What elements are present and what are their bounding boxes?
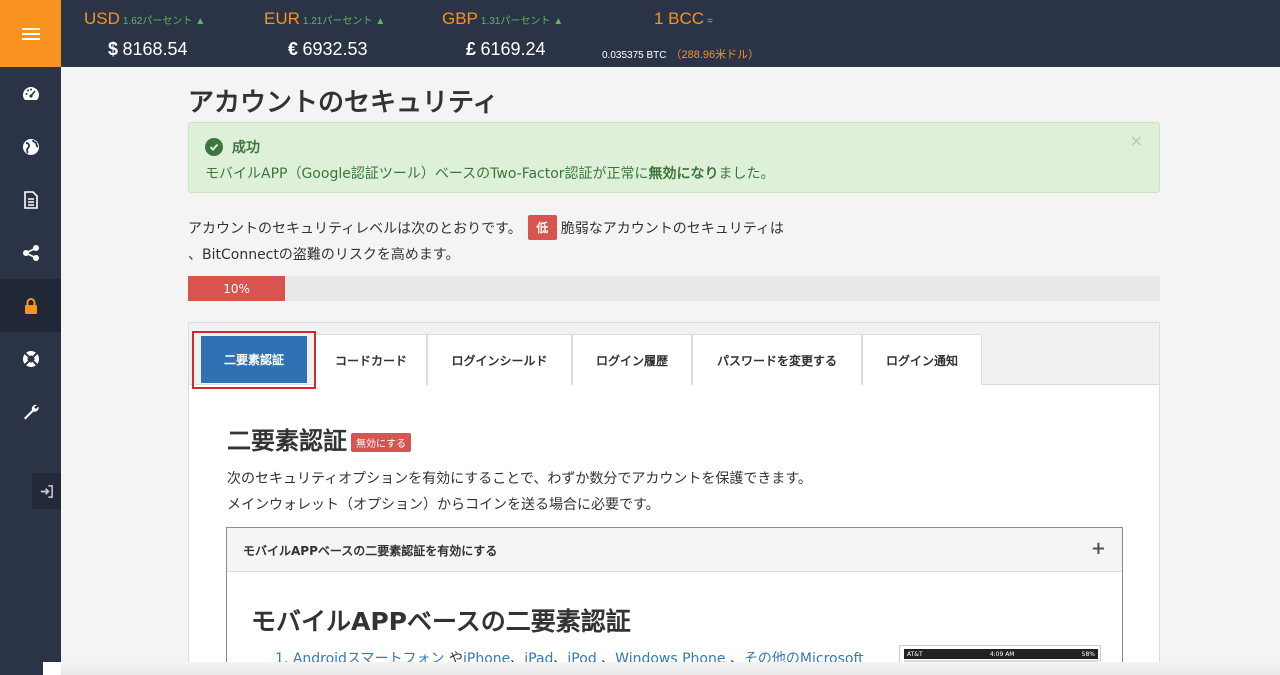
ticker-gbp-symbol: £: [466, 39, 477, 59]
lock-icon: [24, 297, 37, 314]
ticker-usd-symbol: $: [108, 39, 119, 59]
android-link[interactable]: Androidスマートフォン: [293, 651, 445, 667]
tab-login-shield[interactable]: ログインシールド: [427, 334, 572, 385]
sidebar-item-settings[interactable]: [0, 385, 61, 438]
ticker-bcc-btc: 0.035375 BTC: [602, 50, 667, 61]
two-factor-status-badge: 無効にする: [351, 433, 412, 452]
iphone-link[interactable]: iPhone: [463, 651, 510, 667]
ticker-gbp-code: GBP: [442, 9, 478, 28]
ticker-gbp-value: 6169.24: [480, 39, 546, 59]
security-panel: 二要素認証 コードカード ログインシールド ログイン履歴 パスワードを変更する …: [188, 322, 1160, 675]
accordion-header[interactable]: モバイルAPPベースの二要素認証を有効にする +: [227, 528, 1122, 572]
phone-battery: 58%: [1081, 650, 1095, 658]
tab-bar: 二要素認証 コードカード ログインシールド ログイン履歴 パスワードを変更する …: [189, 323, 1159, 389]
ticker-bcc-code: 1 BCC: [654, 9, 705, 28]
tab-code-card[interactable]: コードカード: [315, 334, 427, 385]
alert-message: モバイルAPP（Google認証ツール）ベースのTwo-Factor認証が正常に…: [205, 166, 775, 182]
sidebar: [0, 0, 61, 675]
ipad-link[interactable]: iPad: [524, 651, 553, 667]
currency-ticker: USD 1.62パーセント ▲ $ 8168.54 EUR 1.21パーセント ▲ € …: [61, 0, 1280, 67]
phone-screenshot-image: AT&T 4:09 AM 58%: [899, 645, 1101, 675]
up-arrow-icon: ▲: [553, 16, 564, 27]
sidebar-item-support[interactable]: [0, 332, 61, 385]
phone-carrier: AT&T: [907, 650, 923, 658]
sidebar-item-dashboard[interactable]: [0, 67, 61, 120]
security-level-text-line2: 、BitConnectの盗難のリスクを高めます。: [188, 247, 460, 263]
tab-two-factor[interactable]: 二要素認証: [201, 336, 307, 383]
security-progress-bar: 10%: [188, 276, 286, 301]
tab-login-notification[interactable]: ログイン通知: [862, 334, 982, 385]
check-circle-icon: [205, 138, 223, 156]
ticker-gbp-change: 1.31パーセント: [480, 16, 551, 27]
success-alert: 成功 モバイルAPP（Google認証ツール）ベースのTwo-Factor認証が…: [188, 122, 1160, 193]
document-icon: [23, 190, 38, 209]
mobile-app-2fa-accordion: モバイルAPPベースの二要素認証を有効にする + モバイルAPPベースの二要素認…: [226, 527, 1123, 675]
accordion-header-title: モバイルAPPベースの二要素認証を有効にする: [243, 544, 498, 558]
windows-phone-link[interactable]: Windows Phone: [615, 651, 725, 667]
security-progress: 10%: [188, 276, 1160, 301]
ticker-usd-code: USD: [84, 9, 120, 28]
ticker-eur-change: 1.21パーセント: [302, 16, 373, 27]
microsoft-link[interactable]: その他のMicrosoft: [744, 651, 864, 667]
sidebar-item-share[interactable]: [0, 226, 61, 279]
tab-login-history[interactable]: ログイン履歴: [572, 334, 692, 385]
ticker-eur-value: 6932.53: [302, 39, 368, 59]
two-factor-description-1: 次のセキュリティオプションを有効にすることで、わずか数分でアカウントを保護できま…: [227, 471, 812, 487]
sidebar-item-globe[interactable]: [0, 120, 61, 173]
ticker-usd-change: 1.62パーセント: [122, 16, 193, 27]
globe-icon: [22, 138, 39, 155]
sidebar-item-security[interactable]: [0, 279, 61, 332]
dashboard-icon: [22, 86, 39, 100]
plus-icon[interactable]: +: [1091, 538, 1106, 559]
alert-title: 成功: [232, 140, 260, 156]
sign-out-icon: [40, 484, 53, 498]
two-factor-title: 二要素認証: [227, 427, 347, 455]
ticker-usd-value: 8168.54: [122, 39, 188, 59]
ticker-bcc-usd: （288.96米ドル）: [670, 49, 760, 61]
hamburger-icon: [21, 27, 40, 40]
accordion-body-title: モバイルAPPベースの二要素認証: [251, 607, 631, 636]
sidebar-item-document[interactable]: [0, 173, 61, 226]
ticker-eur-code: EUR: [264, 9, 300, 28]
up-arrow-icon: ▲: [195, 16, 206, 27]
tab-change-password[interactable]: パスワードを変更する: [692, 334, 862, 385]
page-title: アカウントのセキュリティ: [188, 88, 499, 118]
share-icon: [22, 244, 39, 261]
security-level-badge: 低: [527, 215, 557, 240]
list-item: 1. Androidスマートフォン やiPhone、iPad、iPod 、Win…: [275, 651, 864, 667]
security-level-text: アカウントのセキュリティレベルは次のとおりです。 低 脆弱なアカウントのセキュリ…: [188, 215, 784, 240]
logout-button[interactable]: [32, 473, 61, 509]
phone-time: 4:09 AM: [989, 650, 1015, 658]
two-factor-heading: 二要素認証 無効にする: [227, 421, 412, 456]
two-factor-description-2: メインウォレット（オプション）からコインを送る場合に必要です。: [227, 497, 660, 513]
ticker-bcc-eq: =: [707, 16, 713, 27]
menu-toggle-button[interactable]: [0, 0, 61, 67]
up-arrow-icon: ▲: [375, 16, 386, 27]
sidebar-footer: [43, 662, 61, 675]
lifebuoy-icon: [22, 350, 39, 367]
wrench-icon: [23, 404, 39, 419]
ticker-eur-symbol: €: [288, 39, 299, 59]
ipod-link[interactable]: iPod: [567, 651, 596, 667]
alert-close-button[interactable]: ×: [1130, 131, 1143, 150]
